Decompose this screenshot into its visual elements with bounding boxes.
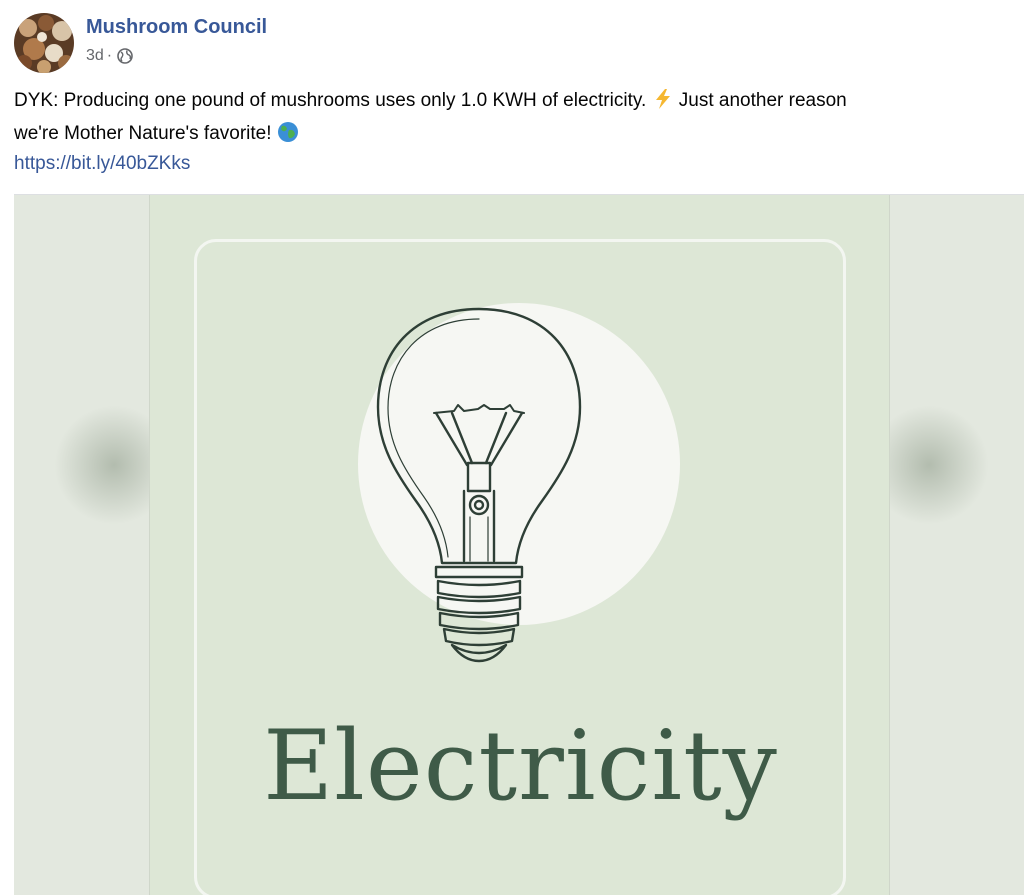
post-text-line2: we're Mother Nature's favorite! xyxy=(14,123,272,144)
post-image[interactable]: Electricity xyxy=(14,194,1024,895)
image-blur-left xyxy=(14,195,149,895)
image-blur-right xyxy=(890,195,1024,895)
page-avatar[interactable] xyxy=(14,13,74,73)
meta-separator: · xyxy=(106,47,113,64)
post-text-line1b: Just another reason xyxy=(678,90,847,111)
post-header: Mushroom Council 3d · xyxy=(14,13,1014,73)
post-timestamp[interactable]: 3d xyxy=(86,47,104,65)
page-name-link[interactable]: Mushroom Council xyxy=(86,16,267,39)
post-meta: 3d · xyxy=(86,47,133,65)
post-link[interactable]: https://bit.ly/40bZKks xyxy=(14,153,190,175)
globe-emoji-icon xyxy=(277,121,299,152)
electricity-card: Electricity xyxy=(149,195,890,895)
post-message: DYK: Producing one pound of mushrooms us… xyxy=(14,86,1004,152)
globe-icon[interactable] xyxy=(117,48,133,64)
post-text-line1: DYK: Producing one pound of mushrooms us… xyxy=(14,90,647,111)
lightbulb-icon xyxy=(364,305,594,670)
electricity-title: Electricity xyxy=(263,710,778,822)
lightning-emoji-icon xyxy=(652,88,674,119)
